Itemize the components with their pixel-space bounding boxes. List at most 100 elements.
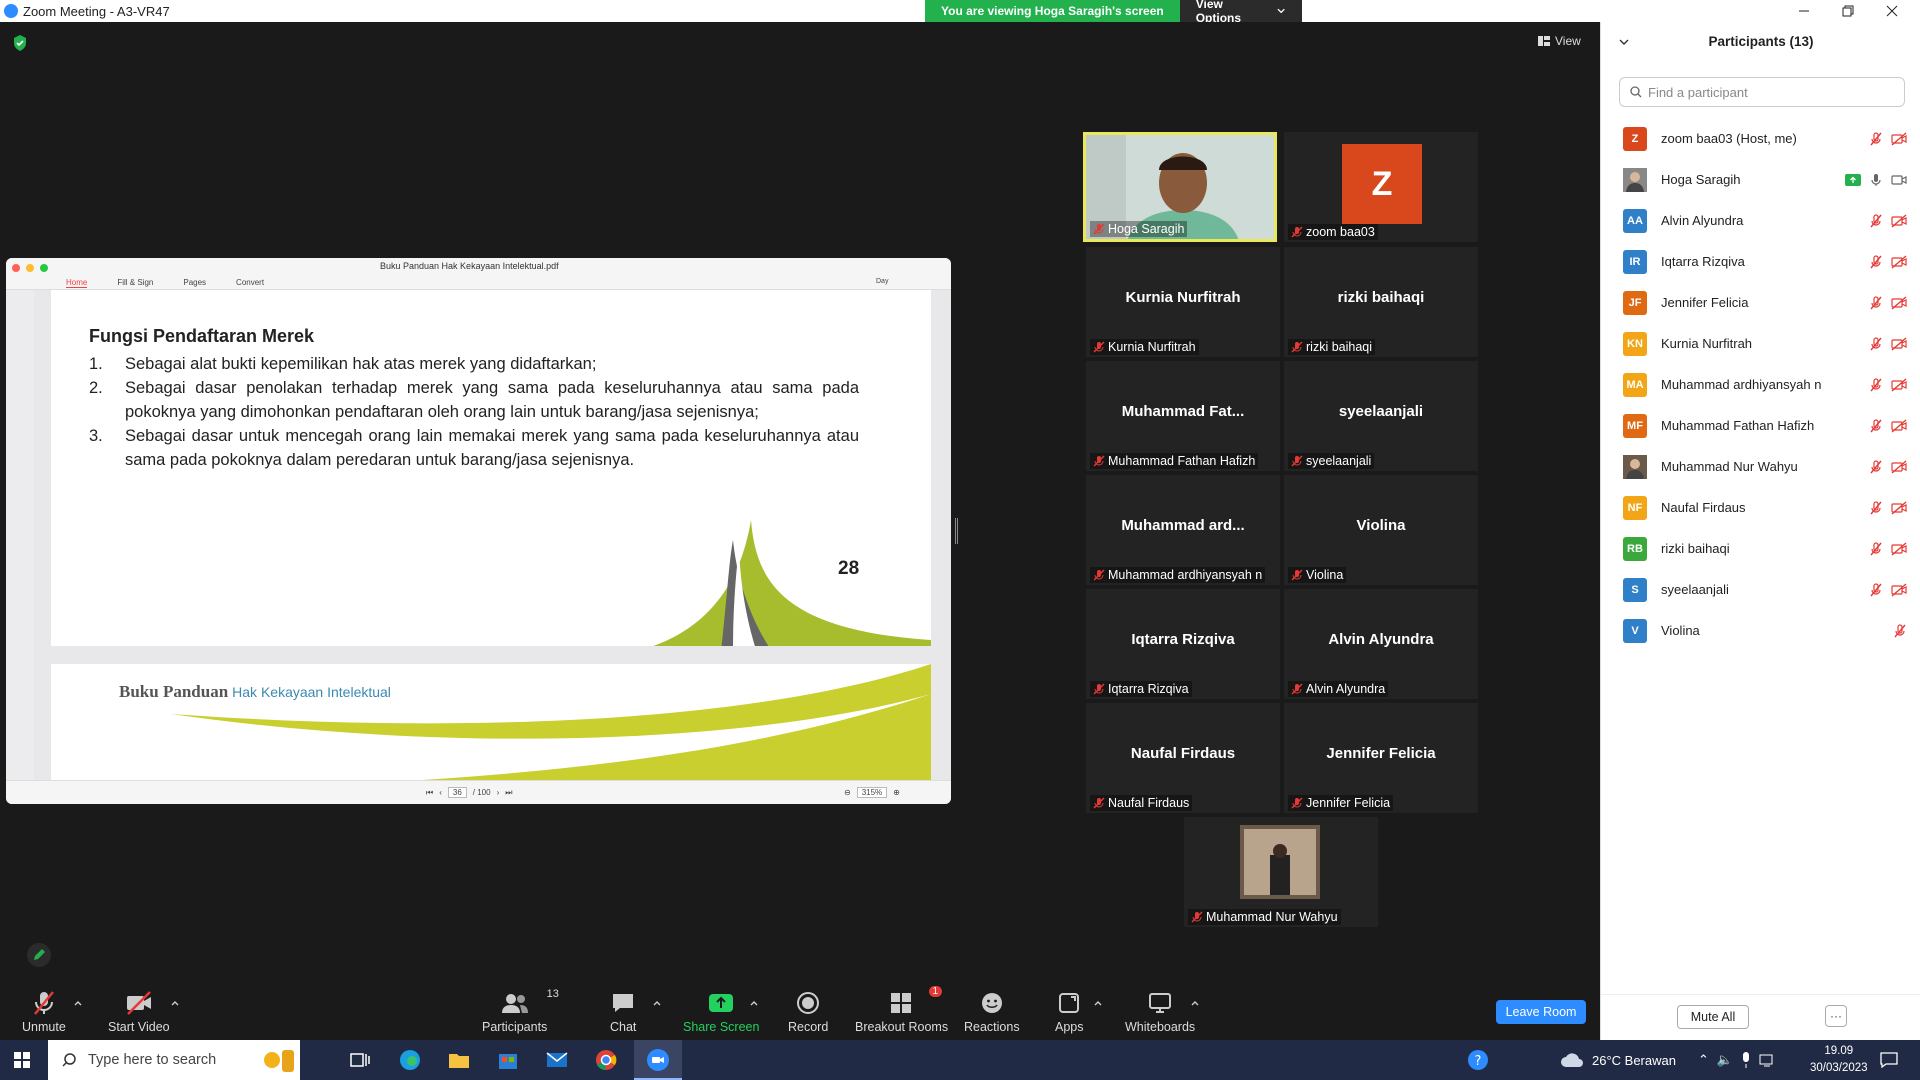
unmute-button[interactable]: Unmute <box>22 990 66 1034</box>
mic-off-icon[interactable] <box>1869 582 1883 597</box>
apps-options-caret-icon[interactable] <box>1093 998 1103 1008</box>
video-tile[interactable]: Iqtarra Rizqiva Iqtarra Rizqiva <box>1086 589 1280 699</box>
video-on-icon[interactable] <box>1891 173 1907 187</box>
start-video-button[interactable]: Start Video <box>108 990 170 1034</box>
encryption-shield-icon[interactable] <box>12 34 28 52</box>
video-tile[interactable]: Jennifer Felicia Jennifer Felicia <box>1284 703 1478 813</box>
minimize-icon[interactable] <box>1796 3 1812 19</box>
participants-button[interactable]: 13 Participants <box>482 988 559 1034</box>
participant-row[interactable]: MA Muhammad ardhiyansyah n <box>1601 364 1920 405</box>
video-tile[interactable]: Alvin Alyundra Alvin Alyundra <box>1284 589 1478 699</box>
shared-screen[interactable]: Buku Panduan Hak Kekayaan Intelektual.pd… <box>6 258 951 804</box>
mute-all-button[interactable]: Mute All <box>1677 1005 1749 1029</box>
store-icon[interactable] <box>496 1048 520 1072</box>
video-tile[interactable]: Muhammad ard... Muhammad ardhiyansyah n <box>1086 475 1280 585</box>
participant-row[interactable]: MF Muhammad Fathan Hafizh <box>1601 405 1920 446</box>
audio-options-caret-icon[interactable] <box>73 998 83 1008</box>
participant-row[interactable]: V Violina <box>1601 610 1920 651</box>
video-off-icon[interactable] <box>1891 254 1907 269</box>
restore-icon[interactable] <box>1840 3 1856 19</box>
zoom-control[interactable]: ⊖ 315% ⊕ <box>844 787 900 798</box>
participant-row[interactable]: Ssyeelaanjali <box>1601 569 1920 610</box>
pdf-tab-home[interactable]: Home <box>66 278 88 288</box>
current-page-input[interactable]: 36 <box>447 787 467 798</box>
video-off-icon[interactable] <box>1891 295 1907 310</box>
file-explorer-icon[interactable] <box>447 1048 471 1072</box>
zoom-level[interactable]: 315% <box>856 787 888 798</box>
video-off-icon[interactable] <box>1891 459 1907 474</box>
participant-row[interactable]: NF Naufal Firdaus <box>1601 487 1920 528</box>
windows-start-icon[interactable] <box>14 1052 30 1068</box>
reactions-button[interactable]: Reactions <box>964 990 1020 1034</box>
zoom-in-icon[interactable]: ⊕ <box>893 788 900 797</box>
breakout-rooms-button[interactable]: 1 Breakout Rooms <box>855 986 948 1034</box>
participant-row[interactable]: IR Iqtarra Rizqiva <box>1601 241 1920 282</box>
share-screen-button[interactable]: Share Screen <box>683 990 759 1034</box>
video-off-icon[interactable] <box>1891 582 1907 597</box>
close-icon[interactable] <box>1884 3 1900 19</box>
video-off-icon[interactable] <box>1891 541 1907 556</box>
whiteboard-options-caret-icon[interactable] <box>1190 998 1200 1008</box>
mic-off-icon[interactable] <box>1869 131 1883 146</box>
participant-row[interactable]: JF Jennifer Felicia <box>1601 282 1920 323</box>
task-view-icon[interactable] <box>348 1048 372 1072</box>
mail-icon[interactable] <box>545 1048 569 1072</box>
view-button[interactable]: View <box>1538 34 1581 48</box>
video-tile[interactable]: rizki baihaqi rizki baihaqi <box>1284 247 1478 357</box>
tray-overflow-chevron-icon[interactable]: ⌃ <box>1698 1052 1709 1068</box>
video-options-caret-icon[interactable] <box>170 998 180 1008</box>
mic-off-icon[interactable] <box>1869 295 1883 310</box>
participant-row[interactable]: Muhammad Nur Wahyu <box>1601 446 1920 487</box>
apps-button[interactable]: Apps <box>1055 990 1084 1034</box>
taskbar-zoom-app-active[interactable] <box>634 1040 682 1080</box>
video-tile[interactable]: Violina Violina <box>1284 475 1478 585</box>
video-off-icon[interactable] <box>1891 131 1907 146</box>
edge-browser-icon[interactable] <box>398 1048 422 1072</box>
mic-off-icon[interactable] <box>1869 459 1883 474</box>
pdf-tab-convert[interactable]: Convert <box>236 278 264 288</box>
chrome-icon[interactable] <box>594 1048 618 1072</box>
zoom-out-icon[interactable]: ⊖ <box>844 788 851 797</box>
weather-text[interactable]: 26°C Berawan <box>1592 1053 1676 1068</box>
system-clock[interactable]: 19.09 30/03/2023 <box>1810 1043 1868 1077</box>
view-options-button[interactable]: View Options <box>1179 0 1302 25</box>
mic-off-icon[interactable] <box>1869 418 1883 433</box>
mic-on-icon[interactable] <box>1869 173 1883 187</box>
video-off-icon[interactable] <box>1891 336 1907 351</box>
video-off-icon[interactable] <box>1891 500 1907 515</box>
video-tile[interactable]: Zzoom baa03 <box>1284 132 1478 242</box>
network-icon[interactable] <box>1759 1053 1775 1067</box>
video-off-icon[interactable] <box>1891 213 1907 228</box>
video-off-icon[interactable] <box>1891 418 1907 433</box>
taskbar-search-box[interactable]: Type here to search <box>48 1040 300 1080</box>
mic-off-icon[interactable] <box>1869 377 1883 392</box>
mic-off-icon[interactable] <box>1869 213 1883 228</box>
share-options-caret-icon[interactable] <box>749 998 759 1008</box>
annotate-pencil-icon[interactable] <box>26 942 52 968</box>
participant-search-input[interactable]: Find a participant <box>1619 77 1905 107</box>
speaker-icon[interactable]: 🔈 <box>1717 1052 1733 1068</box>
notifications-icon[interactable] <box>1880 1052 1898 1068</box>
mic-off-icon[interactable] <box>1869 336 1883 351</box>
video-tile[interactable]: Muhammad Fat... Muhammad Fathan Hafizh <box>1086 361 1280 471</box>
more-options-button[interactable]: ··· <box>1825 1005 1847 1027</box>
video-tile[interactable]: Kurnia Nurfitrah Kurnia Nurfitrah <box>1086 247 1280 357</box>
chat-options-caret-icon[interactable] <box>652 998 662 1008</box>
video-off-icon[interactable] <box>1891 377 1907 392</box>
whiteboards-button[interactable]: Whiteboards <box>1125 990 1195 1034</box>
page-navigator[interactable]: ⏮ ‹ 36 / 100 › ⏭ <box>426 787 512 798</box>
video-tile[interactable]: Hoga Saragih <box>1083 132 1277 242</box>
record-button[interactable]: Record <box>788 990 828 1034</box>
chat-button[interactable]: Chat <box>610 990 636 1034</box>
participant-row[interactable]: Hoga Saragih <box>1601 159 1920 200</box>
participant-row[interactable]: Zzoom baa03 (Host, me) <box>1601 118 1920 159</box>
pdf-tab-fill-sign[interactable]: Fill & Sign <box>117 278 153 288</box>
help-icon[interactable]: ? <box>1466 1048 1490 1072</box>
microphone-tray-icon[interactable] <box>1741 1052 1751 1068</box>
mic-off-icon[interactable] <box>1869 541 1883 556</box>
day-mode-toggle[interactable]: Day <box>876 278 888 285</box>
mic-off-icon[interactable] <box>1869 500 1883 515</box>
video-tile[interactable]: Muhammad Nur Wahyu <box>1184 817 1378 927</box>
leave-room-button[interactable]: Leave Room <box>1496 1000 1586 1024</box>
mic-off-icon[interactable] <box>1869 254 1883 269</box>
